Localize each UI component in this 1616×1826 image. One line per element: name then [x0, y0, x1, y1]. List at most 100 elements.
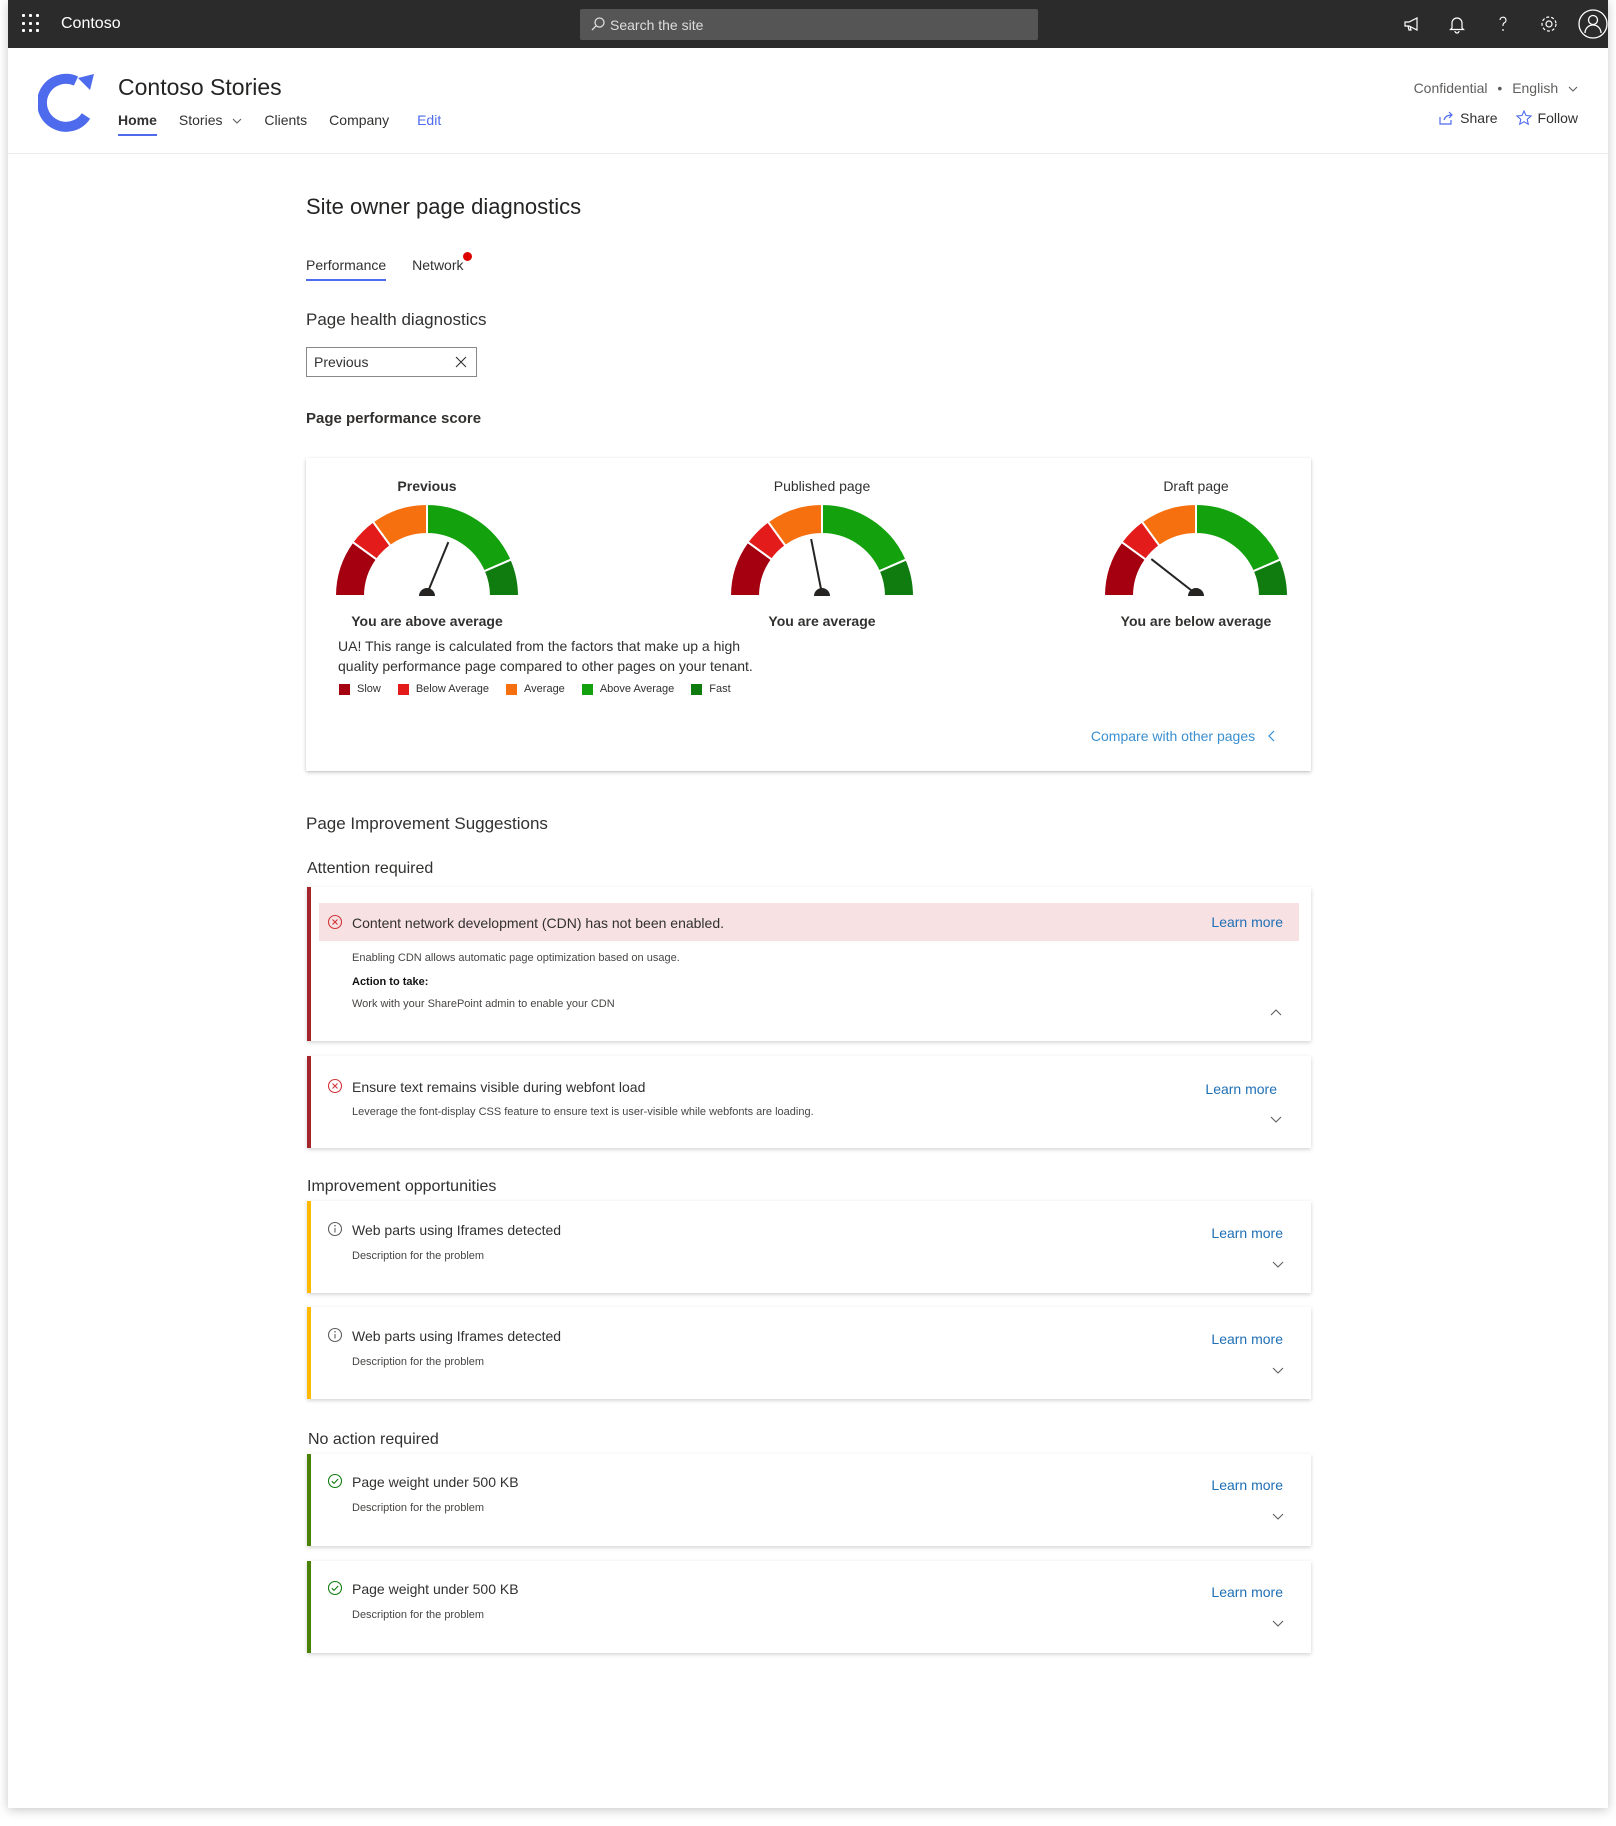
- classification-row: Confidential • English: [1414, 80, 1578, 96]
- site-header: Contoso Stories Home Stories Clients Com…: [8, 48, 1608, 154]
- learn-more-link[interactable]: Learn more: [1211, 1225, 1283, 1241]
- star-icon: [1515, 109, 1532, 126]
- settings-gear-icon[interactable]: [1538, 13, 1560, 35]
- score-note: UA! This range is calculated from the fa…: [338, 638, 753, 674]
- score-heading: Page performance score: [306, 410, 482, 427]
- severity-bar: [307, 1561, 311, 1653]
- suggestion-description: Description for the problem: [352, 1609, 485, 1621]
- gauge-needle: [1150, 558, 1197, 595]
- severity-bar: [307, 1307, 311, 1399]
- gauge-segment: [1195, 502, 1282, 573]
- suggestion-description: Enabling CDN allows automatic page optim…: [352, 952, 680, 964]
- tab-network-label: Network: [412, 257, 464, 273]
- suggestion-card-opportunity: Web parts using Iframes detected Learn m…: [307, 1201, 1311, 1293]
- filter-value: Previous: [314, 354, 369, 370]
- suggestion-title: Page weight under 500 KB: [352, 1474, 519, 1490]
- chevron-up-icon[interactable]: [1269, 1005, 1283, 1019]
- legend-label: Above Average: [599, 683, 675, 695]
- legend-swatch: [397, 683, 409, 695]
- check-circle-icon: [327, 1473, 343, 1489]
- app-launcher-icon[interactable]: [22, 14, 42, 34]
- chevron-down-icon[interactable]: [1271, 1363, 1285, 1377]
- separator: •: [1497, 80, 1503, 96]
- account-avatar-icon[interactable]: [1578, 9, 1608, 39]
- gauge-chart: [333, 502, 521, 597]
- site-title[interactable]: Contoso Stories: [118, 74, 282, 101]
- tab-performance[interactable]: Performance: [306, 257, 387, 281]
- legend-swatch: [691, 683, 703, 695]
- suggestion-description: Description for the problem: [352, 1250, 485, 1262]
- suggestion-description: Description for the problem: [352, 1356, 485, 1368]
- severity-bar: [307, 887, 311, 1041]
- search-placeholder: Search the site: [610, 17, 704, 33]
- legend-item: Above Average: [581, 683, 675, 695]
- suggestion-title: Ensure text remains visible during webfo…: [352, 1079, 646, 1095]
- learn-more-link[interactable]: Learn more: [1211, 1477, 1283, 1493]
- learn-more-link[interactable]: Learn more: [1211, 1331, 1283, 1347]
- legend-label: Average: [524, 683, 565, 695]
- health-heading: Page health diagnostics: [306, 310, 487, 329]
- follow-button[interactable]: Follow: [1515, 109, 1578, 126]
- nav-clients[interactable]: Clients: [264, 112, 307, 136]
- gauge-status: You are average: [768, 613, 876, 629]
- chevron-down-icon[interactable]: [1271, 1616, 1285, 1630]
- nav-company[interactable]: Company: [329, 112, 389, 136]
- info-icon: [327, 1221, 343, 1237]
- contoso-logo[interactable]: [38, 70, 102, 134]
- suggestion-title: Content network development (CDN) has no…: [352, 915, 724, 931]
- action-text: Work with your SharePoint admin to enabl…: [352, 998, 615, 1010]
- gauge-segment: [821, 502, 908, 573]
- legend-label: Slow: [357, 683, 381, 695]
- nav-stories[interactable]: Stories: [179, 112, 242, 136]
- site-nav: Home Stories Clients Company Edit: [118, 112, 463, 136]
- search-icon: [591, 17, 605, 31]
- legend-item: Average: [506, 683, 565, 695]
- chevron-down-icon: [1568, 86, 1578, 92]
- chevron-down-icon[interactable]: [1271, 1509, 1285, 1523]
- legend-item: Below Average: [397, 683, 490, 695]
- gauge-previous: Previous You are above average: [332, 478, 522, 629]
- share-follow-row: Share Follow: [1414, 109, 1578, 126]
- language-select[interactable]: English: [1512, 80, 1558, 96]
- nav-edit-link[interactable]: Edit: [417, 112, 441, 136]
- gauge-title: Draft page: [1163, 478, 1229, 494]
- suggestion-title: Page weight under 500 KB: [352, 1581, 519, 1597]
- notification-dot: [462, 252, 472, 261]
- learn-more-link[interactable]: Learn more: [1205, 1081, 1277, 1097]
- chevron-down-icon[interactable]: [1271, 1257, 1285, 1271]
- search-box[interactable]: Search the site: [580, 9, 1038, 40]
- learn-more-link[interactable]: Learn more: [1211, 1584, 1283, 1600]
- follow-label: Follow: [1537, 110, 1578, 126]
- gauge-needle: [426, 541, 450, 595]
- gauge-hub: [814, 588, 830, 596]
- suggestion-card-no-action: Page weight under 500 KB Learn more Desc…: [307, 1454, 1311, 1546]
- legend-swatch: [506, 683, 518, 695]
- share-icon: [1439, 111, 1454, 125]
- info-icon: [327, 1327, 343, 1343]
- bell-icon[interactable]: [1446, 13, 1468, 35]
- nav-home[interactable]: Home: [118, 112, 157, 136]
- suggestion-card-opportunity: Web parts using Iframes detected Learn m…: [307, 1307, 1311, 1399]
- compare-link[interactable]: Compare with other pages: [1091, 728, 1277, 744]
- nav-stories-label: Stories: [178, 112, 223, 128]
- megaphone-icon[interactable]: [1401, 13, 1423, 35]
- chevron-down-icon[interactable]: [1269, 1112, 1283, 1126]
- help-icon[interactable]: [1492, 13, 1514, 35]
- suggestion-description: Leverage the font-display CSS feature to…: [352, 1106, 814, 1118]
- classification-label: Confidential: [1413, 80, 1488, 96]
- action-label: Action to take:: [352, 976, 429, 988]
- severity-bar: [307, 1056, 311, 1148]
- suite-brand[interactable]: Contoso: [61, 15, 121, 33]
- diagnostics-tabs: Performance Network: [306, 252, 490, 281]
- suggestion-card-attention: Content network development (CDN) has no…: [307, 887, 1311, 1041]
- share-button[interactable]: Share: [1438, 110, 1498, 126]
- legend-label: Below Average: [415, 683, 490, 695]
- page-title: Site owner page diagnostics: [306, 194, 582, 219]
- suite-bar: Contoso Search the site: [8, 0, 1608, 48]
- comparison-filter-field[interactable]: Previous: [306, 347, 477, 377]
- clear-icon[interactable]: [454, 355, 468, 369]
- header-actions: Confidential • English Share Follow: [1414, 80, 1578, 126]
- tab-network[interactable]: Network: [412, 252, 472, 281]
- learn-more-link[interactable]: Learn more: [1211, 914, 1283, 930]
- attention-heading: Attention required: [307, 860, 434, 877]
